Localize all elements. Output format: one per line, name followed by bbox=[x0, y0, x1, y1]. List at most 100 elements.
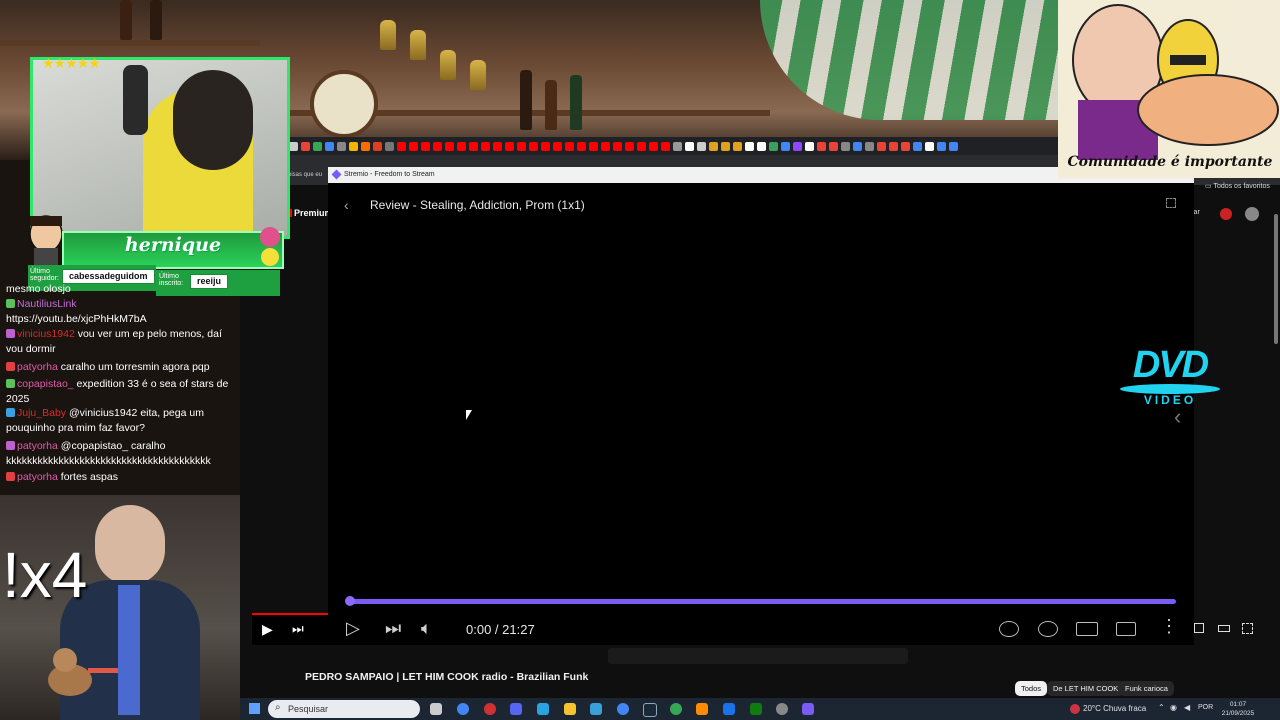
youtube-icon[interactable] bbox=[469, 141, 478, 151]
opera-icon[interactable] bbox=[484, 703, 496, 715]
bookmark-icon[interactable] bbox=[685, 141, 694, 151]
obs-icon[interactable] bbox=[776, 703, 788, 715]
cast-icon[interactable] bbox=[1116, 622, 1136, 636]
chat-username[interactable]: NautiliusLink bbox=[17, 298, 77, 310]
tray-chevron-icon[interactable]: ⌃ bbox=[1158, 703, 1165, 712]
sheets-icon[interactable] bbox=[313, 141, 322, 151]
bookmark-icon[interactable] bbox=[841, 141, 850, 151]
seek-bar[interactable] bbox=[350, 599, 1176, 604]
chrome-icon[interactable] bbox=[670, 703, 682, 715]
telegram-icon[interactable] bbox=[537, 703, 549, 715]
notepad-icon[interactable] bbox=[590, 703, 602, 715]
bookmark-icon[interactable] bbox=[697, 141, 706, 151]
bookmark-icon[interactable] bbox=[829, 141, 838, 151]
fullscreen-icon[interactable] bbox=[1242, 623, 1253, 634]
next-episode-icon[interactable]: ⏭ bbox=[385, 618, 401, 639]
windows-start-icon[interactable] bbox=[249, 703, 260, 714]
youtube-icon[interactable] bbox=[433, 141, 442, 151]
xbox-icon[interactable] bbox=[750, 703, 762, 715]
back-icon[interactable]: ‹ bbox=[344, 197, 349, 213]
volume-icon[interactable]: ◀ bbox=[1184, 703, 1190, 712]
avatar[interactable] bbox=[1245, 207, 1259, 221]
youtube-icon[interactable] bbox=[445, 141, 454, 151]
language-indicator[interactable]: POR bbox=[1198, 704, 1213, 711]
youtube-icon[interactable] bbox=[661, 141, 670, 151]
youtube-chip[interactable]: Todos bbox=[1015, 681, 1048, 696]
bookmark-icon[interactable] bbox=[769, 141, 778, 151]
stremio-icon[interactable] bbox=[802, 703, 814, 715]
bookmark-icon[interactable] bbox=[361, 141, 370, 151]
stremio-player[interactable] bbox=[328, 183, 1194, 645]
file-explorer-icon[interactable] bbox=[564, 703, 576, 715]
docs-icon[interactable] bbox=[325, 141, 334, 151]
youtube-icon[interactable] bbox=[505, 141, 514, 151]
youtube-icon[interactable] bbox=[637, 141, 646, 151]
info-icon[interactable] bbox=[999, 621, 1019, 637]
miniplayer-icon[interactable] bbox=[1194, 623, 1204, 633]
youtube-icon[interactable] bbox=[529, 141, 538, 151]
close-icon[interactable] bbox=[805, 141, 814, 151]
tab-label[interactable]: coisas que eu bbox=[285, 172, 322, 178]
play-icon[interactable]: ▷ bbox=[346, 618, 360, 639]
chat-username[interactable]: copapistao_ bbox=[17, 378, 77, 390]
bookmark-icon[interactable] bbox=[889, 141, 898, 151]
youtube-video-title[interactable]: PEDRO SAMPAIO | LET HIM COOK radio - Bra… bbox=[305, 671, 588, 683]
bookmark-icon[interactable] bbox=[781, 141, 790, 151]
bookmark-icon[interactable] bbox=[865, 141, 874, 151]
next-icon[interactable]: ⏭ bbox=[292, 621, 304, 637]
youtube-icon[interactable] bbox=[589, 141, 598, 151]
weather-icon[interactable] bbox=[1070, 704, 1080, 714]
task-view-icon[interactable] bbox=[430, 703, 442, 715]
play-icon[interactable]: ▶ bbox=[262, 621, 273, 638]
bookmark-icon[interactable] bbox=[853, 141, 862, 151]
chat-username[interactable]: patyorha bbox=[17, 440, 61, 452]
youtube-icon[interactable] bbox=[625, 141, 634, 151]
bookmark-icon[interactable] bbox=[733, 141, 742, 151]
youtube-icon[interactable] bbox=[421, 141, 430, 151]
fullscreen-icon[interactable] bbox=[1166, 198, 1176, 208]
bookmark-icon[interactable] bbox=[913, 141, 922, 151]
app-icon[interactable] bbox=[723, 703, 735, 715]
seek-handle[interactable] bbox=[345, 596, 355, 606]
youtube-icon[interactable] bbox=[577, 141, 586, 151]
all-bookmarks-button[interactable]: ▭ Todos os favoritos bbox=[1205, 182, 1270, 190]
bookmark-icon[interactable] bbox=[745, 141, 754, 151]
wifi-icon[interactable]: ◉ bbox=[1170, 703, 1177, 712]
youtube-icon[interactable] bbox=[517, 141, 526, 151]
bookmark-icon[interactable] bbox=[709, 141, 718, 151]
volume-icon[interactable]: 🔈︎ bbox=[421, 618, 432, 639]
chat-username[interactable]: patyorha bbox=[17, 471, 61, 483]
weather-text[interactable]: 20°C Chuva fraca bbox=[1083, 704, 1146, 713]
speed-icon[interactable] bbox=[1038, 621, 1058, 637]
youtube-icon[interactable] bbox=[409, 141, 418, 151]
gmail-icon[interactable] bbox=[301, 141, 310, 151]
more-options-icon[interactable]: ⋮ bbox=[1160, 616, 1178, 637]
bookmark-icon[interactable] bbox=[925, 141, 934, 151]
page-scrollbar[interactable] bbox=[1274, 214, 1278, 344]
discord-icon[interactable] bbox=[510, 703, 522, 715]
chat-username[interactable]: vinicius1942 bbox=[17, 328, 78, 340]
youtube-icon[interactable] bbox=[481, 141, 490, 151]
theater-icon[interactable] bbox=[1218, 625, 1230, 632]
bookmark-icon[interactable] bbox=[385, 141, 394, 151]
bookmark-icon[interactable] bbox=[757, 141, 766, 151]
steam-icon[interactable] bbox=[643, 703, 657, 717]
bookmark-icon[interactable] bbox=[901, 141, 910, 151]
bookmark-icon[interactable] bbox=[673, 141, 682, 151]
bookmark-icon[interactable] bbox=[373, 141, 382, 151]
youtube-icon[interactable] bbox=[553, 141, 562, 151]
notifications-icon[interactable] bbox=[1220, 208, 1232, 220]
bookmark-icon[interactable] bbox=[349, 141, 358, 151]
bookmark-icon[interactable] bbox=[877, 141, 886, 151]
chrome-icon[interactable] bbox=[457, 703, 469, 715]
taskbar-clock[interactable]: 01:07 21/09/2025 bbox=[1220, 700, 1256, 718]
taskbar-search-input[interactable]: Pesquisar bbox=[268, 700, 420, 718]
chat-username[interactable]: Juju_Baby bbox=[17, 407, 69, 419]
bookmark-icon[interactable] bbox=[817, 141, 826, 151]
youtube-chip[interactable]: Funk carioca bbox=[1119, 681, 1174, 696]
youtube-icon[interactable] bbox=[457, 141, 466, 151]
youtube-icon[interactable] bbox=[397, 141, 406, 151]
youtube-premium-logo[interactable]: Premium bbox=[287, 208, 333, 218]
vlc-icon[interactable] bbox=[696, 703, 708, 715]
youtube-icon[interactable] bbox=[565, 141, 574, 151]
